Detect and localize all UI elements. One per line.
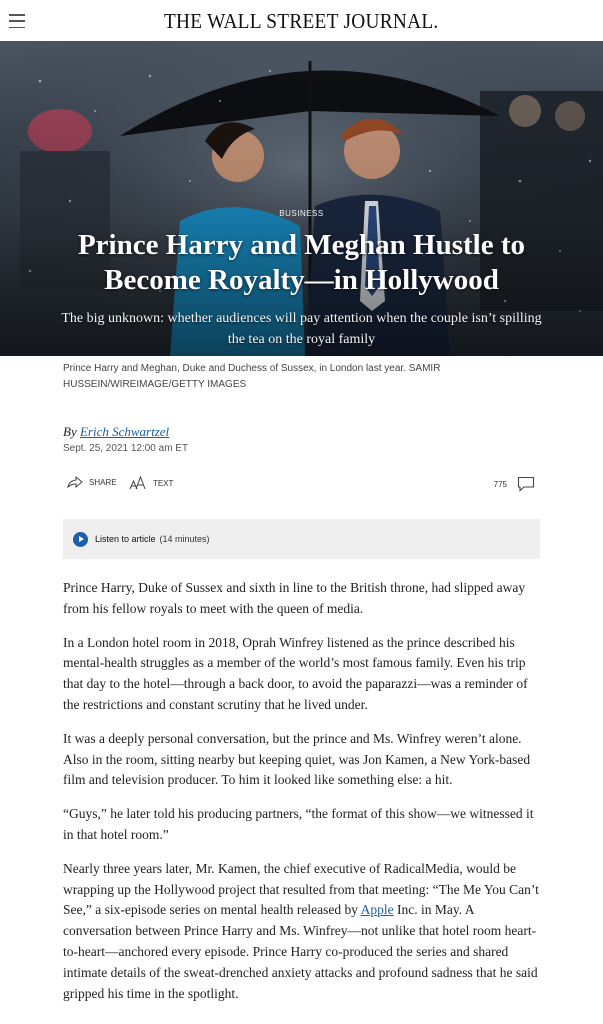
play-icon [73, 531, 88, 547]
apple-link[interactable]: Apple [361, 902, 394, 917]
author-link[interactable]: Erich Schwartzel [80, 424, 169, 439]
listen-label: Listen to article [95, 534, 156, 544]
article-body: Prince Harry, Duke of Sussex and sixth i… [63, 578, 541, 1017]
text-size-label: TEXT [153, 478, 174, 488]
paragraph: Prince Harry, Duke of Sussex and sixth i… [63, 580, 526, 616]
listen-to-article-button[interactable]: Listen to article (14 minutes) [63, 519, 540, 559]
share-icon [67, 476, 83, 488]
byline: By Erich Schwartzel [63, 424, 169, 440]
listen-duration: (14 minutes) [159, 534, 210, 544]
comment-count: 775 [493, 479, 507, 489]
menu-icon[interactable] [9, 14, 25, 28]
masthead-logo[interactable]: THE WALL STREET JOURNAL. [164, 9, 439, 34]
hero-text-overlay: BUSINESS Prince Harry and Meghan Hustle … [0, 209, 603, 350]
image-caption: Prince Harry and Meghan, Duke and Duches… [63, 363, 441, 390]
share-button[interactable]: SHARE [67, 476, 117, 488]
section-kicker[interactable]: BUSINESS [0, 209, 603, 218]
byline-prefix: By [63, 424, 77, 439]
article-headline: Prince Harry and Meghan Hustle to Become… [77, 229, 526, 296]
article-dek: The big unknown: whether audiences will … [61, 311, 542, 347]
text-size-button[interactable]: TEXT [129, 476, 173, 490]
paragraph: It was a deeply personal conversation, b… [63, 730, 531, 788]
paragraph: “Guys,” he later told his producing part… [63, 806, 534, 842]
hero-image: BUSINESS Prince Harry and Meghan Hustle … [0, 41, 603, 356]
paragraph: In a London hotel room in 2018, Oprah Wi… [63, 634, 528, 712]
article-toolbar: SHARE TEXT 775 [63, 476, 537, 496]
comment-icon [517, 476, 535, 492]
site-header: THE WALL STREET JOURNAL. [0, 0, 603, 44]
text-size-icon [129, 476, 146, 490]
share-label: SHARE [89, 477, 117, 487]
publish-date: Sept. 25, 2021 12:00 am ET [63, 443, 189, 454]
paragraph: Nearly three years later, Mr. Kamen, the… [63, 859, 541, 1005]
comments-button[interactable]: 775 [494, 476, 535, 492]
